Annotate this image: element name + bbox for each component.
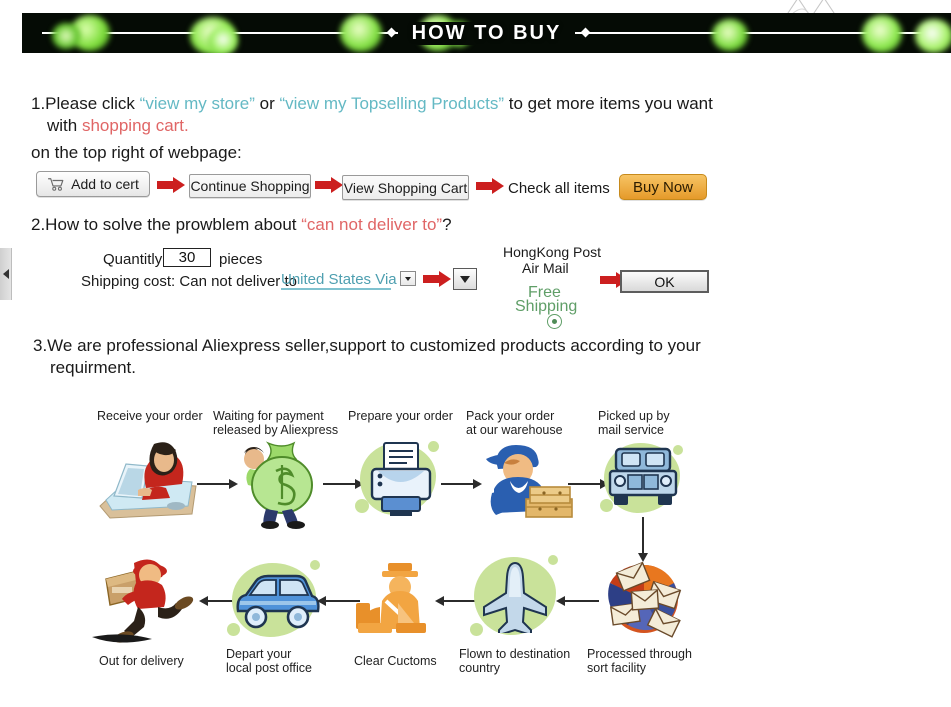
- flow-arrow-2-icon: [315, 177, 343, 193]
- shipping-process-flow: Receive your order Waiting for payment r…: [0, 395, 951, 695]
- arrowhead-left-icon: [199, 596, 208, 606]
- quantity-input[interactable]: 30: [163, 248, 211, 267]
- flow-arrow-left-3: [444, 600, 478, 602]
- step1-shopping-cart-highlight: shopping cart.: [81, 116, 189, 135]
- arrowhead-left-icon: [435, 596, 444, 606]
- step1-line1-a: 1.Please click: [31, 94, 140, 113]
- check-all-items-label: Check all items: [508, 180, 610, 197]
- flow-label-depart-post-office: Depart your local post office: [226, 647, 312, 675]
- ok-button[interactable]: OK: [620, 270, 709, 293]
- step2-heading-b: ?: [442, 215, 452, 234]
- banner-title: HOW TO BUY: [22, 13, 951, 53]
- flow-label-out-for-delivery: Out for delivery: [99, 654, 184, 668]
- country-select-value[interactable]: United States Via: [281, 271, 397, 290]
- shopping-cart-icon: [48, 178, 64, 191]
- step1-line2-a: with: [47, 116, 82, 135]
- flow-arrow-right-1: [197, 483, 231, 485]
- how-to-buy-banner: HOW TO BUY: [22, 13, 951, 53]
- step1-line3: on the top right of webpage:: [31, 143, 242, 162]
- add-to-cart-button[interactable]: Add to cert: [36, 171, 150, 197]
- step3-line2: requirment.: [50, 358, 136, 377]
- link-view-topselling-products[interactable]: “view my Topselling Products”: [279, 94, 504, 113]
- flow-label-flown-destination: Flown to destination country: [459, 647, 571, 675]
- flow-label-receive-order: Receive your order: [97, 409, 203, 423]
- link-view-my-store[interactable]: “view my store”: [140, 94, 255, 113]
- chevron-down-icon: [460, 275, 470, 283]
- arrowhead-left-icon: [556, 596, 565, 606]
- continue-shopping-button[interactable]: Continue Shopping: [189, 174, 311, 198]
- sidebar-collapse-tab[interactable]: [0, 248, 12, 300]
- step1-line1-c: to get more items you want: [504, 94, 713, 113]
- chevron-down-icon: [405, 276, 411, 281]
- flow-arrow-1-icon: [157, 177, 185, 193]
- flow-label-pack-order: Pack your order at our warehouse: [466, 409, 563, 437]
- post-van-icon: [236, 574, 320, 629]
- flow-label-prepare-order: Prepare your order: [348, 409, 453, 423]
- shipping-cost-label: Shipping cost: Can not deliver to: [81, 273, 297, 290]
- chevron-left-icon: [2, 269, 9, 279]
- radio-selected-icon: [552, 319, 557, 324]
- step3-line1: 3.We are professional Aliexpress seller,…: [33, 336, 701, 355]
- step1-line1-b: or: [254, 94, 280, 113]
- flow-label-picked-up: Picked up by mail service: [598, 409, 670, 437]
- step2-arrow-1-icon: [423, 271, 451, 287]
- flow-arrow-right-3: [441, 483, 475, 485]
- flow-label-processed-sort: Processed through sort facility: [587, 647, 692, 675]
- ok-button-label: OK: [654, 273, 675, 290]
- arrowhead-left-icon: [317, 596, 326, 606]
- money-bag-icon: [244, 441, 313, 529]
- step2-heading: 2.How to solve the prowblem about “can n…: [31, 214, 452, 236]
- customs-officer-icon: [356, 563, 426, 633]
- step1-line1: 1.Please click “view my store” or “view …: [31, 93, 713, 115]
- printer-icon: [370, 442, 432, 516]
- flow-arrow-right-2: [323, 483, 357, 485]
- airplane-icon: [483, 561, 547, 633]
- running-courier-icon: [92, 559, 194, 643]
- flow-label-clear-customs: Clear Cuctoms: [354, 654, 437, 668]
- flow-splotch-dot: [310, 560, 320, 570]
- quantity-label: Quantitly:: [103, 251, 167, 268]
- flow-arrow-down: [642, 517, 644, 555]
- flow-arrow-3-icon: [476, 178, 504, 194]
- quantity-value: 30: [178, 249, 196, 266]
- carrier-line-2: Air Mail: [522, 260, 569, 276]
- person-at-computer-icon: [99, 442, 197, 519]
- free-shipping-radio[interactable]: [547, 314, 562, 329]
- pieces-label: pieces: [219, 251, 263, 268]
- continue-shopping-label: Continue Shopping: [190, 178, 310, 194]
- flow-label-waiting-payment: Waiting for payment released by Aliexpre…: [213, 409, 339, 437]
- add-to-cart-label: Add to cert: [71, 176, 139, 192]
- view-shopping-cart-button[interactable]: View Shopping Cart: [342, 175, 469, 200]
- free-shipping-line-2: Shipping: [515, 298, 578, 315]
- view-shopping-cart-label: View Shopping Cart: [343, 179, 468, 196]
- buy-now-button[interactable]: Buy Now: [619, 174, 707, 200]
- flow-arrow-right-4: [568, 483, 602, 485]
- shipping-method-dropdown[interactable]: [453, 268, 477, 290]
- banner-title-text: HOW TO BUY: [397, 21, 576, 45]
- delivery-truck-icon: [608, 447, 678, 505]
- mail-sorting-icon: [608, 561, 682, 638]
- country-dropdown-toggle[interactable]: [400, 271, 416, 286]
- flow-arrow-left-4: [565, 600, 599, 602]
- step2-heading-a: 2.How to solve the prowblem about: [31, 215, 302, 234]
- worker-packing-boxes-icon: [486, 445, 573, 518]
- step1-line2: with shopping cart.: [47, 115, 189, 137]
- step2-heading-highlight: “can not deliver to”: [301, 215, 443, 234]
- buy-now-label: Buy Now: [632, 178, 694, 196]
